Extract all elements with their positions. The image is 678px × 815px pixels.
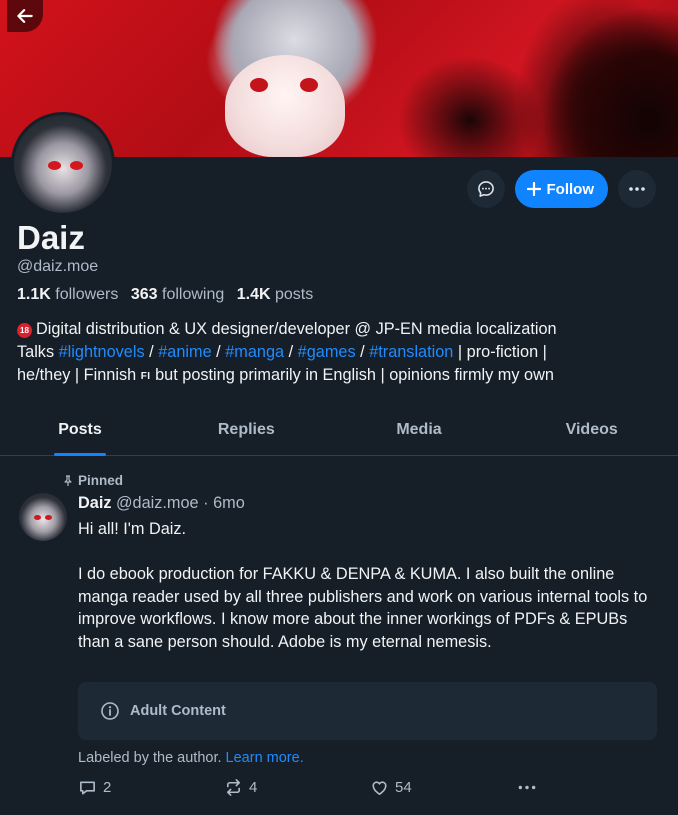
info-icon: [101, 702, 119, 720]
post-dot: ·: [203, 494, 209, 512]
reply-icon: [80, 781, 95, 795]
profile-handle: @daiz.moe: [17, 258, 99, 275]
tag-separator: /: [360, 343, 365, 361]
tab-posts[interactable]: Posts: [0, 405, 160, 456]
pin-icon: [64, 474, 72, 486]
repost-count: 4: [249, 779, 258, 796]
following-label: following: [162, 286, 225, 303]
pinned-indicator: Pinned: [62, 473, 123, 488]
profile-bio: 18 Digital distribution & UX designer/dev…: [17, 318, 657, 388]
repost-button[interactable]: 4: [224, 778, 257, 797]
like-button[interactable]: 54: [370, 778, 412, 797]
finland-flag-icon: FI: [140, 371, 151, 382]
label-notice: Labeled by the author. Learn more.: [78, 750, 304, 766]
followers-link[interactable]: 1.1K followers: [17, 286, 118, 303]
tab-replies[interactable]: Replies: [160, 405, 333, 455]
bio-line-3-a: he/they | Finnish: [17, 366, 137, 384]
tab-videos[interactable]: Videos: [505, 405, 678, 455]
post-more-button[interactable]: [516, 778, 538, 797]
following-count: 363: [130, 286, 158, 303]
follow-label: Follow: [546, 180, 595, 198]
hashtag-link[interactable]: #games: [298, 343, 356, 361]
banner-artwork-eye: [250, 78, 268, 92]
bio-line-3-b: but posting primarily in English | opini…: [155, 366, 554, 384]
post-author-handle[interactable]: @daiz.moe: [116, 494, 199, 512]
banner-artwork-wing: [508, 0, 678, 157]
profile-actions: Follow: [466, 170, 656, 208]
avatar-eye: [70, 161, 83, 170]
plus-icon: [526, 182, 541, 196]
post-actions: 2 4 54: [78, 778, 548, 802]
bio-line-2: Talks #lightnovels / #anime / #manga / #…: [17, 341, 657, 364]
bio-talks-label: Talks: [17, 343, 55, 361]
post-timestamp[interactable]: 6mo: [213, 494, 245, 512]
adult-content-warning[interactable]: Adult Content: [78, 682, 657, 740]
ellipsis-icon: [629, 187, 645, 191]
ellipsis-icon: [518, 785, 536, 790]
profile-stats: 1.1K followers 363 following 1.4K posts: [17, 286, 313, 304]
bio-line-3: he/they | Finnish FI but posting primari…: [17, 364, 657, 388]
banner-artwork-face: [225, 55, 345, 157]
pinned-label: Pinned: [78, 473, 124, 488]
hashtag-link[interactable]: #anime: [158, 343, 211, 361]
more-options-button[interactable]: [618, 170, 656, 208]
arrow-left-icon: [17, 9, 33, 23]
tag-separator: /: [216, 343, 221, 361]
posts-count: 1.4K: [236, 286, 271, 303]
tag-separator: /: [149, 343, 154, 361]
reply-button[interactable]: 2: [78, 778, 111, 797]
profile-tabs: Posts Replies Media Videos: [0, 405, 678, 456]
learn-more-link[interactable]: Learn more.: [226, 750, 304, 766]
followers-label: followers: [55, 286, 119, 303]
content-warning-label: Adult Content: [130, 703, 226, 719]
message-button[interactable]: [466, 170, 505, 208]
avatar-eye: [48, 161, 61, 170]
tag-separator: /: [288, 343, 294, 361]
posts-label: posts: [274, 286, 314, 303]
bio-line-1: 18 Digital distribution & UX designer/dev…: [17, 318, 657, 341]
hashtag-link[interactable]: #translation: [369, 343, 453, 361]
reply-count: 2: [103, 779, 112, 796]
post-header: Daiz @daiz.moe · 6mo: [78, 494, 245, 513]
profile-avatar[interactable]: [11, 112, 115, 216]
hashtag-link[interactable]: #lightnovels: [59, 343, 145, 361]
heart-icon: [372, 781, 387, 795]
tab-media[interactable]: Media: [333, 405, 506, 455]
following-link[interactable]: 363 following: [131, 286, 224, 303]
adult-18-icon: 18: [17, 323, 32, 338]
like-count: 54: [395, 779, 412, 796]
avatar-eye: [34, 515, 41, 520]
bio-line-1-text: Digital distribution & UX designer/devel…: [36, 320, 557, 338]
posts-stat: 1.4K posts: [237, 286, 314, 303]
chat-bubble-icon: [477, 181, 494, 197]
profile-display-name: Daiz: [17, 219, 85, 256]
post-author-name[interactable]: Daiz: [78, 494, 111, 512]
bio-line-2-suffix: | pro-fiction |: [457, 343, 547, 361]
post-author-avatar[interactable]: [19, 493, 67, 541]
labeled-text: Labeled by the author.: [78, 750, 222, 766]
post-body: Hi all! I'm Daiz. I do ebook production …: [78, 520, 648, 651]
followers-count: 1.1K: [17, 286, 51, 303]
hashtag-link[interactable]: #manga: [225, 343, 284, 361]
banner-artwork-eye: [300, 78, 318, 92]
follow-button[interactable]: Follow: [514, 170, 608, 208]
repost-icon: [226, 779, 241, 796]
avatar-eye: [45, 515, 52, 520]
